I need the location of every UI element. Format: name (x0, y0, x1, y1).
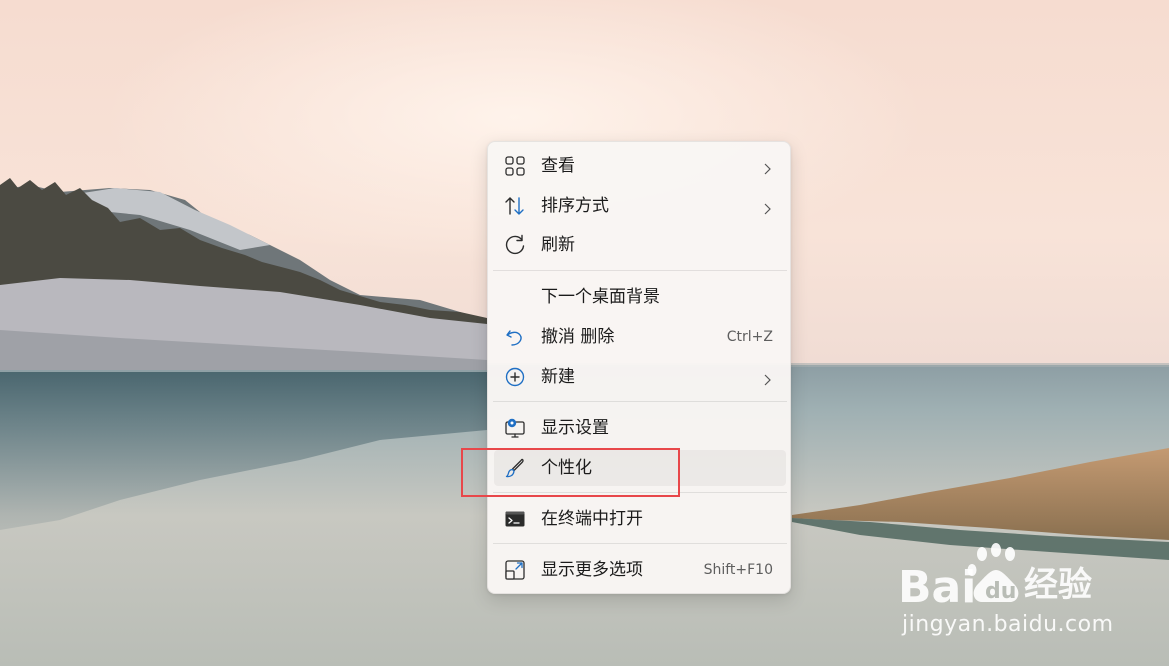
baidu-jingyan-watermark: Bai du 经验 jingyan.baidu.com (896, 540, 1116, 640)
menu-item-label: 在终端中打开 (541, 509, 643, 529)
menu-item-next-desktop-background[interactable]: 下一个桌面背景 (494, 279, 786, 315)
menu-item-shortcut: Shift+F10 (703, 562, 773, 578)
menu-separator (493, 401, 787, 402)
menu-item-display-settings[interactable]: 显示设置 (494, 410, 786, 446)
chevron-right-icon (762, 371, 772, 386)
menu-item-label: 排序方式 (541, 196, 609, 216)
menu-item-view[interactable]: 查看 (494, 148, 786, 184)
menu-separator (493, 270, 787, 271)
watermark-url: jingyan.baidu.com (902, 612, 1114, 637)
menu-item-new[interactable]: 新建 (494, 359, 786, 395)
grid-icon (504, 155, 526, 177)
chevron-right-icon (762, 200, 772, 215)
menu-item-label: 查看 (541, 156, 575, 176)
terminal-icon (504, 508, 526, 530)
desktop[interactable]: 查看 排序方式 刷新 下一个桌面背景 撤消 删除 Ctrl+Z 新建 显示设置 … (0, 0, 1169, 666)
menu-item-label: 显示设置 (541, 418, 609, 438)
sort-icon (504, 195, 526, 217)
refresh-icon (504, 234, 526, 256)
menu-item-refresh[interactable]: 刷新 (494, 227, 786, 263)
desktop-context-menu: 查看 排序方式 刷新 下一个桌面背景 撤消 删除 Ctrl+Z 新建 显示设置 … (487, 141, 791, 594)
menu-item-label: 撤消 删除 (541, 327, 615, 347)
baidu-logo: Bai du 经验 (898, 543, 1092, 613)
menu-item-sort-by[interactable]: 排序方式 (494, 188, 786, 224)
menu-item-undo-delete[interactable]: 撤消 删除 Ctrl+Z (494, 319, 786, 355)
menu-item-shortcut: Ctrl+Z (726, 329, 773, 345)
chevron-right-icon (762, 160, 772, 175)
display-settings-icon (504, 417, 526, 439)
menu-item-label: 显示更多选项 (541, 560, 643, 580)
menu-item-label: 新建 (541, 367, 575, 387)
menu-separator (493, 543, 787, 544)
annotation-highlight-box (461, 448, 680, 497)
menu-item-label: 下一个桌面背景 (541, 287, 660, 307)
menu-item-label: 刷新 (541, 235, 575, 255)
new-plus-icon (504, 366, 526, 388)
svg-text:du: du (985, 579, 1016, 604)
undo-icon (504, 326, 526, 348)
svg-text:Bai: Bai (898, 562, 976, 612)
menu-item-open-in-terminal[interactable]: 在终端中打开 (494, 501, 786, 537)
menu-item-show-more-options[interactable]: 显示更多选项 Shift+F10 (494, 552, 786, 588)
more-options-icon (504, 559, 526, 581)
svg-text:经验: 经验 (1024, 565, 1092, 605)
